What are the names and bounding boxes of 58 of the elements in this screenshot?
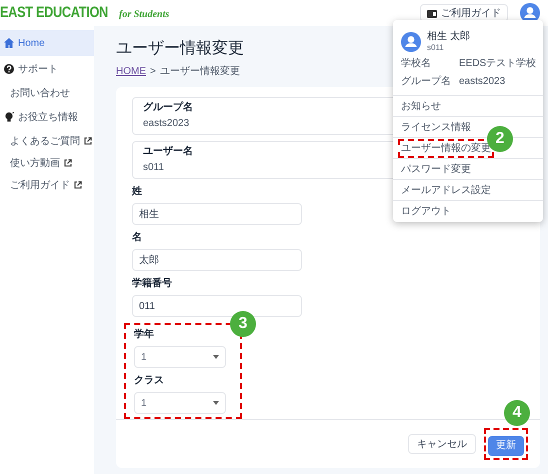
- info-label: 学校名: [401, 57, 432, 71]
- update-button[interactable]: 更新: [488, 436, 524, 456]
- breadcrumb-current: ユーザー情報変更: [160, 64, 240, 79]
- field-label: 姓: [132, 185, 142, 199]
- lightbulb-icon: [4, 112, 14, 122]
- text-input[interactable]: 011: [132, 295, 302, 317]
- info-value: EEDSテスト学校: [459, 57, 536, 71]
- cancel-button[interactable]: キャンセル: [408, 434, 476, 454]
- caret-down-icon: [213, 401, 219, 405]
- external-link-icon: [84, 137, 92, 145]
- field-label: 名: [132, 231, 142, 245]
- field-label: ユーザー名: [143, 145, 193, 159]
- user-name: 相生 太郎: [427, 30, 470, 43]
- logo-subtitle: for Students: [118, 8, 170, 22]
- field-label: 学年: [134, 328, 154, 342]
- sidebar-item[interactable]: よくあるご質問: [0, 130, 94, 152]
- page-title: ユーザー情報変更: [116, 38, 244, 59]
- menu-item[interactable]: ログアウト: [393, 201, 543, 222]
- field-value: s011: [143, 161, 164, 175]
- text-input[interactable]: 太郎: [132, 249, 302, 271]
- sidebar-item[interactable]: ご利用ガイド: [0, 174, 94, 196]
- external-link-icon: [64, 159, 72, 167]
- caret-down-icon: [213, 355, 219, 359]
- text-input[interactable]: 相生: [132, 203, 302, 225]
- select-value: 1: [141, 396, 147, 410]
- menu-item[interactable]: メールアドレス設定: [393, 180, 543, 201]
- user-avatar-icon: [401, 32, 421, 52]
- sidebar-item[interactable]: 使い方動画: [0, 152, 94, 174]
- sidebar-item[interactable]: お役立ち情報: [0, 104, 94, 130]
- select-field[interactable]: 1: [134, 392, 226, 414]
- external-link-icon: [74, 181, 82, 189]
- menu-item-label: パスワード変更: [401, 162, 471, 176]
- menu-item-label: ログアウト: [401, 205, 451, 219]
- home-icon: [4, 38, 14, 48]
- select-value: 1: [141, 350, 147, 364]
- field-value: easts2023: [143, 117, 190, 131]
- logo-text: EAST EDUCATION: [0, 2, 108, 23]
- menu-item-label: メールアドレス設定: [401, 184, 491, 198]
- callout-number: 4: [504, 400, 530, 426]
- sidebar-item[interactable]: Home: [0, 30, 94, 56]
- callout-number: 3: [230, 311, 256, 337]
- help-icon: [4, 64, 14, 74]
- field-label: クラス: [134, 374, 164, 388]
- menu-item-label: ライセンス情報: [401, 120, 471, 134]
- info-label: グループ名: [401, 75, 452, 89]
- field-label: グループ名: [143, 101, 193, 115]
- book-icon: [427, 8, 437, 18]
- menu-item-label: お知らせ: [401, 100, 441, 114]
- user-id: s011: [427, 43, 445, 53]
- sidebar-item[interactable]: サポート: [0, 56, 94, 82]
- breadcrumb-separator: >: [150, 65, 156, 79]
- menu-item[interactable]: パスワード変更: [393, 159, 543, 180]
- menu-item[interactable]: お知らせ: [393, 96, 543, 117]
- field-label: 学籍番号: [132, 277, 172, 291]
- sidebar-item[interactable]: お問い合わせ: [0, 82, 94, 104]
- info-value: easts2023: [459, 75, 506, 89]
- breadcrumb-link[interactable]: HOME: [116, 64, 146, 79]
- select-field[interactable]: 1: [134, 346, 226, 368]
